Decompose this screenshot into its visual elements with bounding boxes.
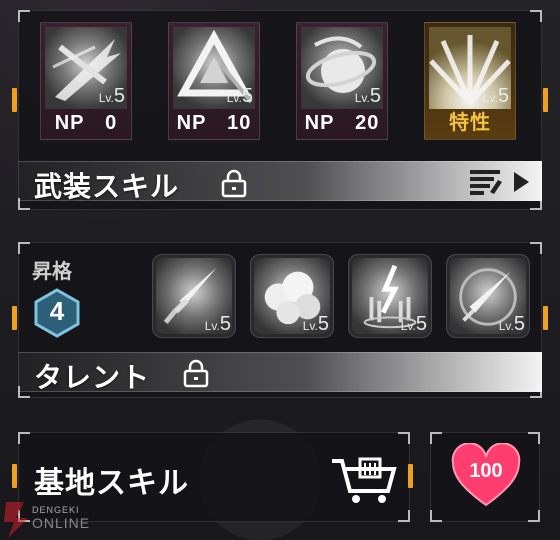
skill-level: 5 <box>113 85 125 107</box>
skill-level: 5 <box>241 85 253 107</box>
play-icon[interactable] <box>512 171 530 193</box>
talent-level: 5 <box>317 313 329 335</box>
panel-marker <box>12 88 17 112</box>
talent-level: 5 <box>513 313 525 335</box>
talent-level: 5 <box>415 313 427 335</box>
lock-icon <box>182 358 210 388</box>
skill-level: 5 <box>497 85 509 107</box>
talent-title: タレント <box>34 361 151 394</box>
watermark-line-1: DENGEKI <box>32 505 80 515</box>
lock-icon <box>220 168 248 198</box>
panel-marker <box>543 306 548 330</box>
noble-skill-card-2[interactable]: Lv.5 NP 10 <box>168 22 260 140</box>
trait-label: 特性 <box>449 112 491 134</box>
talent-bar[interactable]: タレント <box>18 352 542 394</box>
np-label: NP 0 <box>54 112 118 134</box>
ascension-label: 昇格 <box>32 259 72 283</box>
ascension-value: 4 <box>49 296 65 326</box>
affinity-value: 100 <box>469 460 503 482</box>
noble-skill-card-1[interactable]: Lv.5 NP 0 <box>40 22 132 140</box>
skill-list-icon[interactable] <box>468 168 504 196</box>
talent-card-2[interactable]: Lv.5 <box>250 254 334 338</box>
np-label: NP 20 <box>304 112 380 134</box>
talent-card-1[interactable]: Lv.5 <box>152 254 236 338</box>
skill-level: 5 <box>369 85 381 107</box>
talent-card-4[interactable]: Lv.5 <box>446 254 530 338</box>
noble-skill-card-3[interactable]: Lv.5 NP 20 <box>296 22 388 140</box>
trait-card[interactable]: Lv.5 特性 <box>424 22 516 140</box>
watermark-line-2: ONLINE <box>32 515 91 531</box>
talent-level: 5 <box>219 313 231 335</box>
talent-card-3[interactable]: Lv.5 <box>348 254 432 338</box>
base-skill-title: 基地スキル <box>34 466 189 501</box>
panel-marker <box>408 464 413 488</box>
shopping-cart-icon <box>330 455 400 505</box>
panel-marker <box>12 464 17 488</box>
weapon-skill-bar[interactable]: 武装スキル <box>18 161 542 203</box>
panel-marker <box>12 306 17 330</box>
panel-marker <box>543 88 548 112</box>
weapon-skill-title: 武装スキル <box>34 170 180 203</box>
affinity-panel[interactable]: 100 <box>430 432 540 522</box>
np-label: NP 10 <box>176 112 252 134</box>
